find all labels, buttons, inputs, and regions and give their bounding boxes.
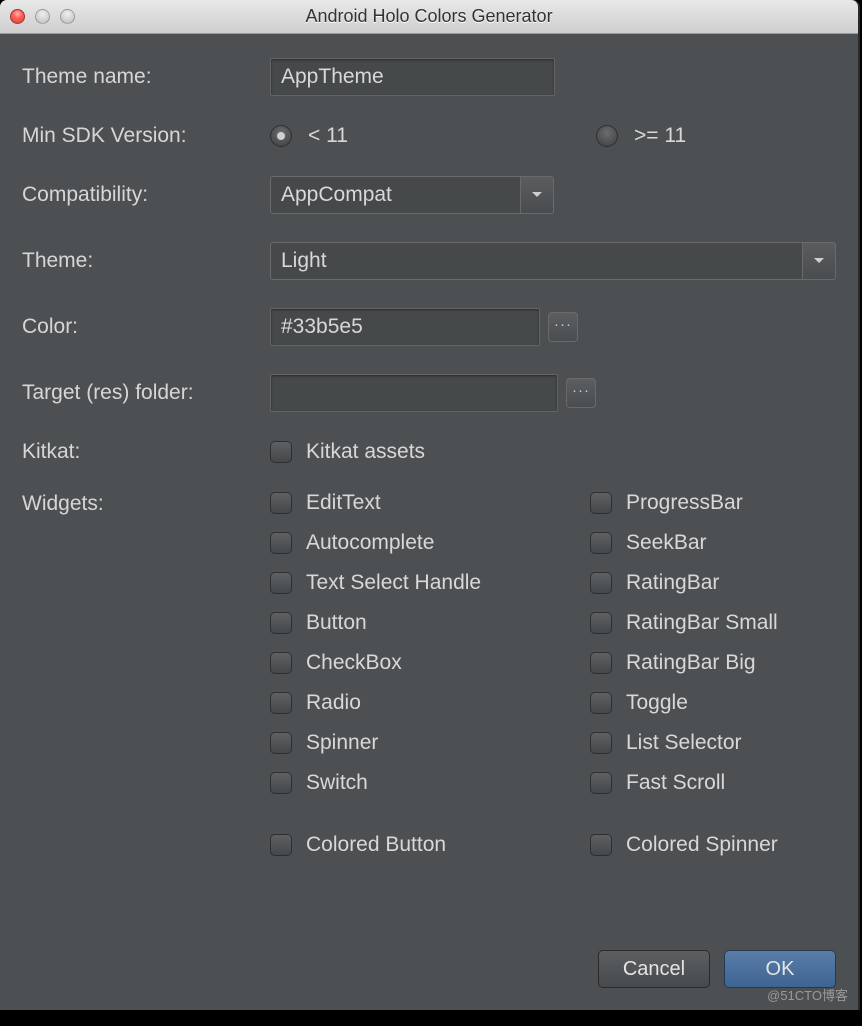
widget-ratingbar-small[interactable]: RatingBar Small [590, 611, 778, 635]
chevron-down-icon[interactable] [802, 242, 836, 280]
checkbox-icon [590, 572, 612, 594]
widget-button[interactable]: Button [270, 611, 590, 635]
titlebar: Android Holo Colors Generator [0, 0, 858, 34]
widgets-label: Widgets: [22, 492, 270, 516]
widget-switch[interactable]: Switch [270, 771, 590, 795]
checkbox-icon [270, 612, 292, 634]
sdk-gte11-option[interactable]: >= 11 [596, 124, 686, 148]
theme-select[interactable]: Light [270, 242, 836, 280]
kitkat-label: Kitkat: [22, 440, 270, 464]
checkbox-icon [590, 492, 612, 514]
radio-icon [596, 125, 618, 147]
theme-value: Light [270, 242, 802, 280]
compatibility-label: Compatibility: [22, 183, 270, 207]
checkbox-icon [270, 732, 292, 754]
checkbox-icon [590, 732, 612, 754]
widgets-grid: EditText ProgressBar Autocomplete SeekBa… [270, 491, 778, 857]
widget-spinner[interactable]: Spinner [270, 731, 590, 755]
checkbox-icon [270, 692, 292, 714]
sdk-gte11-label: >= 11 [634, 124, 686, 148]
widget-fast-scroll[interactable]: Fast Scroll [590, 771, 778, 795]
checkbox-icon [590, 652, 612, 674]
target-folder-browse-button[interactable]: ··· [566, 378, 596, 408]
close-icon[interactable] [10, 9, 25, 24]
color-browse-button[interactable]: ··· [548, 312, 578, 342]
form: Theme name: Min SDK Version: < 11 >= 11 [0, 34, 858, 857]
theme-name-label: Theme name: [22, 65, 270, 89]
widget-radio[interactable]: Radio [270, 691, 590, 715]
sdk-lt11-label: < 11 [308, 124, 348, 148]
color-input[interactable] [270, 308, 540, 346]
radio-icon [270, 125, 292, 147]
cancel-button[interactable]: Cancel [598, 950, 710, 988]
theme-name-input[interactable] [270, 58, 555, 96]
checkbox-icon [270, 652, 292, 674]
widget-colored-button[interactable]: Colored Button [270, 833, 590, 857]
widget-ratingbar-big[interactable]: RatingBar Big [590, 651, 778, 675]
checkbox-icon [270, 572, 292, 594]
maximize-icon[interactable] [60, 9, 75, 24]
window-title: Android Holo Colors Generator [0, 6, 858, 27]
minimize-icon[interactable] [35, 9, 50, 24]
widget-colored-spinner[interactable]: Colored Spinner [590, 833, 778, 857]
target-folder-label: Target (res) folder: [22, 381, 270, 405]
theme-label: Theme: [22, 249, 270, 273]
widget-text-select-handle[interactable]: Text Select Handle [270, 571, 590, 595]
checkbox-icon [590, 834, 612, 856]
dialog-window: Android Holo Colors Generator Theme name… [0, 0, 860, 1010]
checkbox-icon [270, 441, 292, 463]
checkbox-icon [270, 532, 292, 554]
widget-checkbox[interactable]: CheckBox [270, 651, 590, 675]
widget-ratingbar[interactable]: RatingBar [590, 571, 778, 595]
widget-toggle[interactable]: Toggle [590, 691, 778, 715]
color-label: Color: [22, 315, 270, 339]
checkbox-icon [590, 692, 612, 714]
checkbox-icon [590, 772, 612, 794]
window-controls [10, 9, 75, 24]
sdk-lt11-option[interactable]: < 11 [270, 124, 596, 148]
watermark: @51CTO博客 [767, 985, 848, 1004]
checkbox-icon [270, 834, 292, 856]
widget-progressbar[interactable]: ProgressBar [590, 491, 778, 515]
checkbox-icon [590, 612, 612, 634]
widget-autocomplete[interactable]: Autocomplete [270, 531, 590, 555]
chevron-down-icon[interactable] [520, 176, 554, 214]
widget-edittext[interactable]: EditText [270, 491, 590, 515]
widget-seekbar[interactable]: SeekBar [590, 531, 778, 555]
widget-list-selector[interactable]: List Selector [590, 731, 778, 755]
min-sdk-label: Min SDK Version: [22, 124, 270, 148]
kitkat-assets-label: Kitkat assets [306, 440, 425, 464]
checkbox-icon [590, 532, 612, 554]
target-folder-input[interactable] [270, 374, 558, 412]
checkbox-icon [270, 772, 292, 794]
checkbox-icon [270, 492, 292, 514]
kitkat-assets-checkbox[interactable]: Kitkat assets [270, 440, 425, 464]
ok-button[interactable]: OK [724, 950, 836, 988]
compatibility-value: AppCompat [270, 176, 520, 214]
compatibility-select[interactable]: AppCompat [270, 176, 554, 214]
button-bar: Cancel OK [598, 950, 836, 988]
